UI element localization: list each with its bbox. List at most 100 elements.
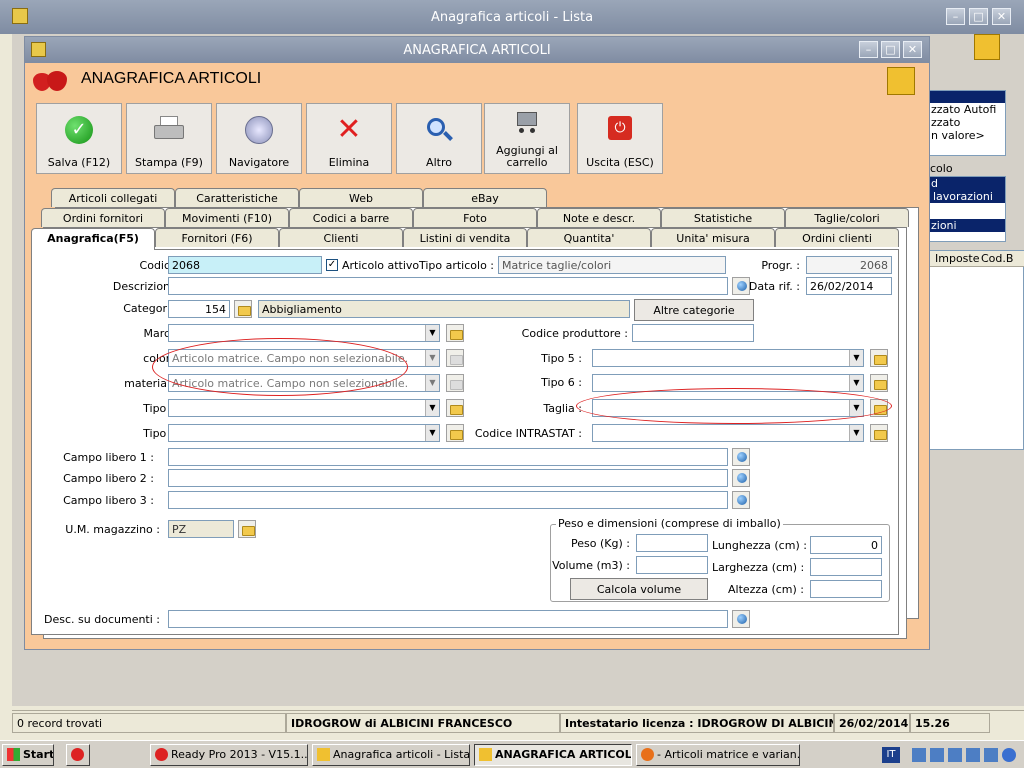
tray-network-icon[interactable] [966, 748, 980, 762]
intrastat-folder-icon[interactable] [870, 424, 888, 442]
tray-sync-icon[interactable] [1002, 748, 1016, 762]
codice-field[interactable]: 2068 [168, 256, 322, 274]
tipo6-folder-icon[interactable] [870, 374, 888, 392]
tab-statistiche[interactable]: Statistiche [661, 208, 785, 227]
checkmark-icon: ✓ [65, 116, 93, 144]
peso-field[interactable] [636, 534, 708, 552]
tab-note[interactable]: Note e descr. [537, 208, 661, 227]
translate-globe-icon[interactable] [732, 610, 750, 628]
campo-libero-3-label: Campo libero 3 : [63, 494, 154, 507]
chevron-down-icon[interactable]: ▼ [425, 400, 439, 416]
minimize-icon[interactable]: – [946, 8, 965, 25]
list-item[interactable]: lavorazioni [929, 190, 1005, 203]
tab-codici-barre[interactable]: Codici a barre [289, 208, 413, 227]
altre-categorie-button[interactable]: Altre categorie [634, 299, 754, 321]
tab-movimenti[interactable]: Movimenti (F10) [165, 208, 289, 227]
cart-icon [513, 110, 541, 136]
list-item[interactable]: zzato Autofi [929, 103, 1005, 116]
translate-globe-icon[interactable] [732, 448, 750, 466]
tray-network-icon[interactable] [948, 748, 962, 762]
lunghezza-field[interactable]: 0 [810, 536, 882, 554]
add-to-cart-button[interactable]: Aggiungi al carrello [484, 103, 570, 174]
background-grid[interactable]: Imposte Cod.B [928, 250, 1024, 450]
tab-caratteristiche[interactable]: Caratteristiche [175, 188, 299, 207]
language-indicator[interactable]: IT [882, 747, 900, 763]
exit-button[interactable]: ⏻ Uscita (ESC) [577, 103, 663, 174]
codice-produttore-field[interactable] [632, 324, 754, 342]
tab-articoli-collegati[interactable]: Articoli collegati [51, 188, 175, 207]
list-item[interactable]: n valore> [929, 129, 1005, 142]
tray-network-icon[interactable] [912, 748, 926, 762]
tipo5-combo[interactable]: ▼ [592, 349, 864, 367]
print-button[interactable]: Stampa (F9) [126, 103, 212, 174]
tab-quantita[interactable]: Quantita' [527, 228, 651, 247]
calcola-volume-button[interactable]: Calcola volume [570, 578, 708, 600]
taskbar-item-lista[interactable]: Anagrafica articoli - Lista [312, 744, 470, 766]
campo-libero-2-field[interactable] [168, 469, 728, 487]
grid-header[interactable]: Imposte [935, 252, 979, 265]
tab-ebay[interactable]: eBay [423, 188, 547, 207]
tipo4-combo[interactable]: ▼ [168, 424, 440, 442]
campo-libero-1-field[interactable] [168, 448, 728, 466]
tab-taglie-colori[interactable]: Taglie/colori [785, 208, 909, 227]
tab-unita-misura[interactable]: Unita' misura [651, 228, 775, 247]
background-list-1[interactable]: zzato Autofi zzato n valore> [928, 90, 1006, 156]
um-folder-icon[interactable] [238, 520, 256, 538]
tipo3-combo[interactable]: ▼ [168, 399, 440, 417]
delete-button[interactable]: ✕ Elimina [306, 103, 392, 174]
data-rif-field[interactable]: 26/02/2014 [806, 277, 892, 295]
desc-documenti-field[interactable] [168, 610, 728, 628]
list-item[interactable]: zioni [929, 219, 1005, 232]
tipo3-folder-icon[interactable] [446, 399, 464, 417]
tab-clienti[interactable]: Clienti [279, 228, 403, 247]
tab-anagrafica[interactable]: Anagrafica(F5) [31, 228, 155, 250]
chevron-down-icon[interactable]: ▼ [849, 375, 863, 391]
grid-header[interactable]: Cod.B [981, 252, 1013, 265]
volume-field[interactable] [636, 556, 708, 574]
close-icon[interactable]: ✕ [992, 8, 1011, 25]
chevron-down-icon[interactable]: ▼ [425, 425, 439, 441]
larghezza-field[interactable] [810, 558, 882, 576]
chevron-down-icon[interactable]: ▼ [425, 325, 439, 341]
tray-network-icon[interactable] [930, 748, 944, 762]
save-button[interactable]: ✓ Salva (F12) [36, 103, 122, 174]
campo-libero-3-field[interactable] [168, 491, 728, 509]
tab-foto[interactable]: Foto [413, 208, 537, 227]
tab-web[interactable]: Web [299, 188, 423, 207]
tab-fornitori[interactable]: Fornitori (F6) [155, 228, 279, 247]
strawberry-logo-icon [33, 69, 69, 93]
quicklaunch-strawberry-icon[interactable] [66, 744, 90, 766]
tray-network-icon[interactable] [984, 748, 998, 762]
tipo5-folder-icon[interactable] [870, 349, 888, 367]
taskbar-item-anagrafica[interactable]: ANAGRAFICA ARTICOLI [474, 744, 632, 766]
categoria-code-field[interactable]: 154 [168, 300, 230, 318]
tray-icons[interactable] [912, 746, 1018, 764]
taskbar-item-firefox[interactable]: - Articoli matrice e varian... [636, 744, 800, 766]
close-icon[interactable]: ✕ [903, 41, 922, 58]
translate-globe-icon[interactable] [732, 491, 750, 509]
articolo-attivo-checkbox[interactable]: ✓ [326, 259, 338, 271]
tab-listini[interactable]: Listini di vendita [403, 228, 527, 247]
minimize-icon[interactable]: – [859, 41, 878, 58]
taskbar-item-readypro[interactable]: Ready Pro 2013 - V15.1... [150, 744, 308, 766]
navigator-button[interactable]: Navigatore [216, 103, 302, 174]
marca-folder-icon[interactable] [446, 324, 464, 342]
firefox-icon [641, 748, 654, 761]
categoria-name-field: Abbigliamento [258, 300, 630, 318]
altezza-field[interactable] [810, 580, 882, 598]
tab-ordini-clienti[interactable]: Ordini clienti [775, 228, 899, 247]
translate-globe-icon[interactable] [732, 469, 750, 487]
intrastat-combo[interactable]: ▼ [592, 424, 864, 442]
start-button[interactable]: Start [2, 744, 54, 766]
descrizione-field[interactable] [168, 277, 728, 295]
chevron-down-icon[interactable]: ▼ [849, 425, 863, 441]
other-button[interactable]: Altro [396, 103, 482, 174]
maximize-icon[interactable]: □ [881, 41, 900, 58]
maximize-icon[interactable]: □ [969, 8, 988, 25]
tab-ordini-fornitori[interactable]: Ordini fornitori [41, 208, 165, 227]
categoria-folder-icon[interactable] [234, 300, 252, 318]
background-list-2[interactable]: d lavorazioni zioni [928, 176, 1006, 242]
chevron-down-icon[interactable]: ▼ [849, 350, 863, 366]
list-item[interactable]: zzato [929, 116, 1005, 129]
list-item[interactable]: d [929, 177, 1005, 190]
